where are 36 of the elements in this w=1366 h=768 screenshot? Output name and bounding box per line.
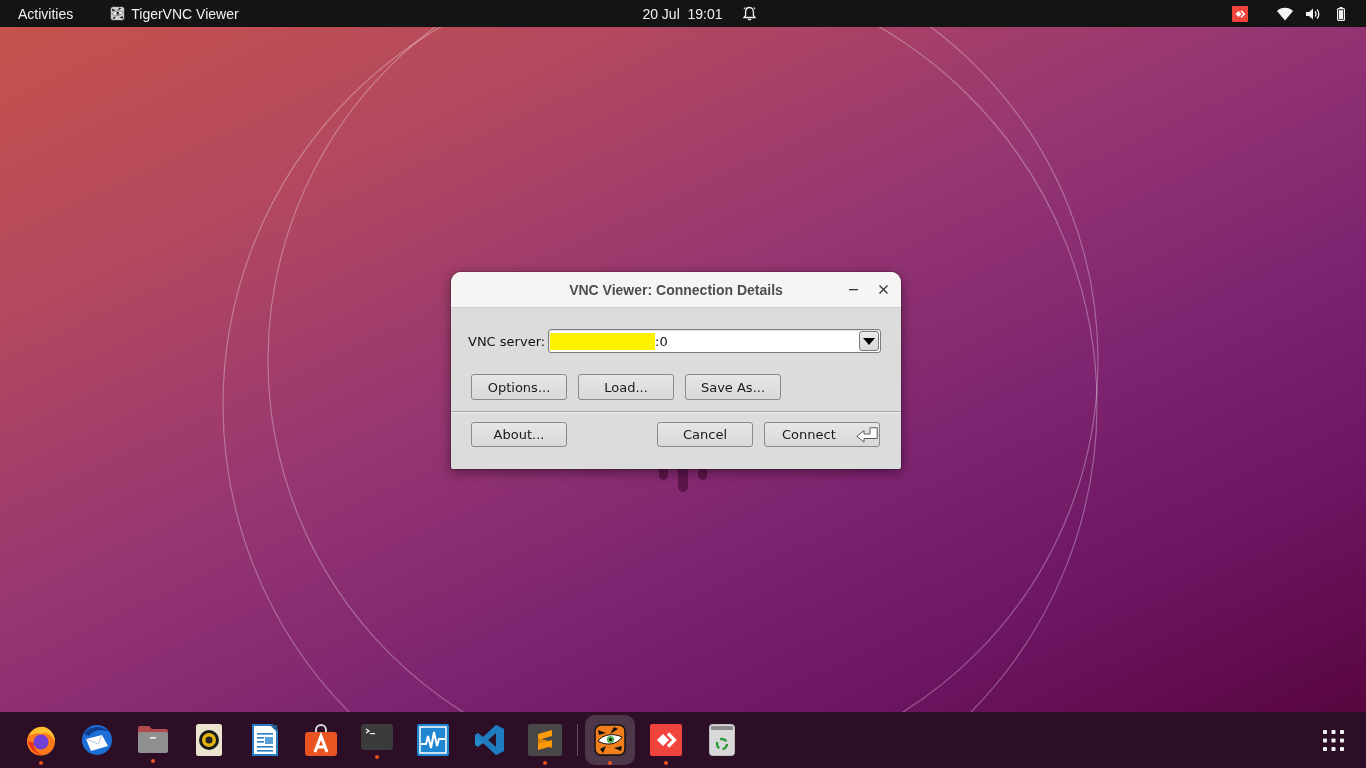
bracket-ribbon-icon: [473, 724, 505, 756]
terminal-icon: [361, 724, 393, 750]
dropdown-button[interactable]: [859, 331, 879, 351]
bird-envelope-icon: [80, 724, 114, 756]
dialog-button[interactable]: About...: [471, 422, 567, 447]
window-title: VNC Viewer: Connection Details: [569, 281, 783, 298]
minimize-icon: [848, 288, 858, 291]
dock-app-button[interactable]: [585, 715, 635, 765]
shopping-bag-icon: [305, 724, 337, 756]
fox-circle-icon: [26, 724, 56, 756]
folder-icon: [137, 724, 169, 754]
activities-button[interactable]: Activities: [18, 2, 74, 25]
tiger-face-icon: [110, 6, 126, 21]
dialog-button[interactable]: Cancel: [657, 422, 753, 447]
speaker-volume-icon: [1306, 6, 1320, 21]
caret-down-icon: [863, 337, 875, 345]
speaker-icon: [196, 724, 222, 756]
clock-button[interactable]: 20 Jul 19:01: [642, 2, 756, 25]
close-icon: [878, 285, 888, 294]
app-menu-button[interactable]: TigerVNC Viewer: [110, 2, 239, 25]
zigzag-logo-icon: [528, 724, 562, 756]
tiger-face-icon: [594, 724, 626, 756]
waveform-monitor-icon: [417, 724, 449, 756]
return-key-icon: [855, 426, 878, 443]
document-icon: [252, 724, 278, 756]
server-combo-field[interactable]: :0: [548, 329, 881, 353]
app-grid-icon: [1322, 729, 1344, 751]
dialog-button[interactable]: Load...: [578, 374, 674, 400]
bell-icon: [742, 6, 756, 21]
dialog-button[interactable]: Save As...: [685, 374, 781, 400]
wifi-icon: [1277, 6, 1293, 21]
dialog-button[interactable]: Options...: [471, 374, 567, 400]
field-label: VNC server:: [468, 333, 544, 349]
dialog-button[interactable]: Connect: [764, 422, 880, 447]
trash-bin-icon: [709, 724, 735, 756]
battery-icon: [1337, 6, 1345, 21]
